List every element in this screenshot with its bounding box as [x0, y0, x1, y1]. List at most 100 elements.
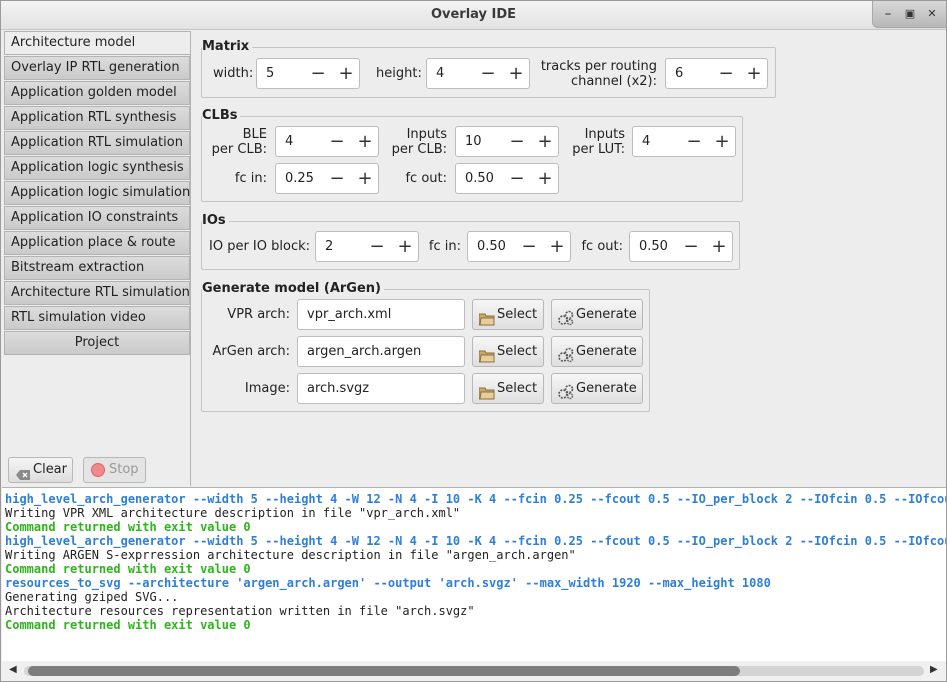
height-label: height: [376, 66, 422, 81]
console-output[interactable]: high_level_arch_generator --width 5 --he… [2, 487, 946, 681]
tab-project[interactable]: Project [4, 331, 190, 355]
clb-fcout-stepper[interactable]: 0.50 − + [455, 163, 559, 194]
inputs-clb-value: 10 [465, 134, 482, 149]
vpr-arch-value: vpr_arch.xml [307, 307, 392, 322]
argen-arch-select-label: Select [497, 344, 538, 359]
tab-bitstream-extraction[interactable]: Bitstream extraction [4, 256, 190, 280]
scroll-left-icon[interactable]: ◀ [9, 664, 17, 675]
inputs-clb-minus-button[interactable]: − [507, 131, 527, 153]
folder-icon [478, 308, 495, 326]
height-stepper[interactable]: 4 − + [426, 58, 530, 89]
argen-arch-value: argen_arch.argen [307, 344, 422, 359]
vpr-arch-generate-label: Generate [576, 307, 637, 322]
tab-application-io-constraints[interactable]: Application IO constraints [4, 206, 190, 230]
width-stepper[interactable]: 5 − + [256, 58, 360, 89]
image-field[interactable]: arch.svgz [297, 373, 465, 404]
stop-button[interactable]: Stop [83, 457, 146, 483]
io-per-block-value: 2 [325, 239, 334, 254]
console-line: Generating gziped SVG... [5, 590, 179, 604]
clb-fcin-stepper[interactable]: 0.25 − + [275, 163, 379, 194]
inputs-lut-value: 4 [642, 134, 651, 149]
console-line: resources_to_svg --architecture 'argen_a… [5, 576, 771, 590]
inputs-clb-label-line1: Inputs [406, 127, 447, 142]
inputs-lut-stepper[interactable]: 4 − + [632, 126, 736, 157]
image-label: Image: [244, 381, 290, 396]
vpr-arch-generate-button[interactable]: Generate [551, 299, 643, 330]
console-line: Command returned with exit value 0 [5, 520, 251, 534]
ble-stepper[interactable]: 4 − + [275, 126, 379, 157]
width-plus-button[interactable]: + [336, 63, 356, 85]
tab-application-logic-simulation[interactable]: Application logic simulation [4, 181, 190, 205]
clb-fcout-plus-button[interactable]: + [535, 168, 555, 190]
console-line: Writing ARGEN S-exprression architecture… [5, 548, 576, 562]
inputs-lut-plus-button[interactable]: + [712, 131, 732, 153]
image-generate-button[interactable]: Generate [551, 373, 643, 404]
minimize-icon[interactable]: ⎯ [881, 7, 895, 21]
io-per-block-stepper[interactable]: 2 − + [315, 231, 419, 262]
scroll-right-icon[interactable]: ▶ [930, 664, 938, 675]
main-window: Overlay IDE ⎯ ▣ ✕ Architecture model Ove… [0, 0, 947, 682]
tab-rtl-simulation-video[interactable]: RTL simulation video [4, 306, 190, 330]
ble-plus-button[interactable]: + [355, 131, 375, 153]
scrollbar-thumb[interactable] [28, 666, 740, 676]
ble-label-line2: per CLB: [211, 142, 267, 157]
vpr-arch-field[interactable]: vpr_arch.xml [297, 299, 465, 330]
tab-application-logic-synthesis[interactable]: Application logic synthesis [4, 156, 190, 180]
io-fcin-value: 0.50 [477, 239, 506, 254]
clear-label: Clear [33, 462, 67, 477]
console-line: Command returned with exit value 0 [5, 618, 251, 632]
inputs-clb-stepper[interactable]: 10 − + [455, 126, 559, 157]
argen-arch-field[interactable]: argen_arch.argen [297, 336, 465, 367]
tracks-minus-button[interactable]: − [716, 63, 736, 85]
tab-architecture-rtl-simulation[interactable]: Architecture RTL simulation [4, 281, 190, 305]
close-icon[interactable]: ✕ [925, 7, 939, 21]
folder-icon [478, 345, 495, 363]
tab-application-rtl-simulation[interactable]: Application RTL simulation [4, 131, 190, 155]
tab-application-golden-model[interactable]: Application golden model [4, 81, 190, 105]
io-fcout-stepper[interactable]: 0.50 − + [629, 231, 733, 262]
tracks-plus-button[interactable]: + [744, 63, 764, 85]
clb-fcin-minus-button[interactable]: − [327, 168, 347, 190]
height-minus-button[interactable]: − [478, 63, 498, 85]
maximize-icon[interactable]: ▣ [903, 7, 917, 21]
sidebar-actions: Clear Stop [4, 457, 191, 483]
ble-minus-button[interactable]: − [327, 131, 347, 153]
inputs-clb-plus-button[interactable]: + [535, 131, 555, 153]
tab-application-place-route[interactable]: Application place & route [4, 231, 190, 255]
window-controls: ⎯ ▣ ✕ [872, 1, 946, 28]
inputs-clb-label-line2: per CLB: [391, 142, 447, 157]
console-line: Command returned with exit value 0 [5, 562, 251, 576]
height-plus-button[interactable]: + [506, 63, 526, 85]
clear-button[interactable]: Clear [8, 457, 73, 483]
io-fcin-minus-button[interactable]: − [519, 236, 539, 258]
inputs-lut-label: Inputs per LUT: [565, 127, 625, 157]
inputs-lut-label-line1: Inputs [584, 127, 625, 142]
generate-title: Generate model (ArGen) [202, 281, 384, 296]
argen-arch-select-button[interactable]: Select [472, 336, 544, 367]
tab-application-rtl-synthesis[interactable]: Application RTL synthesis [4, 106, 190, 130]
clb-fcout-minus-button[interactable]: − [507, 168, 527, 190]
inputs-lut-minus-button[interactable]: − [684, 131, 704, 153]
console-horizontal-scrollbar[interactable]: ◀ ▶ [2, 661, 946, 681]
tracks-stepper[interactable]: 6 − + [665, 58, 768, 89]
title-bar: Overlay IDE ⎯ ▣ ✕ [1, 1, 946, 30]
console-line: high_level_arch_generator --width 5 --he… [5, 492, 946, 506]
argen-arch-label: ArGen arch: [212, 344, 290, 359]
io-fcout-plus-button[interactable]: + [709, 236, 729, 258]
io-fcin-plus-button[interactable]: + [547, 236, 567, 258]
io-per-block-plus-button[interactable]: + [395, 236, 415, 258]
tab-overlay-ip-rtl-generation[interactable]: Overlay IP RTL generation [4, 56, 190, 80]
vpr-arch-select-button[interactable]: Select [472, 299, 544, 330]
argen-arch-generate-button[interactable]: Generate [551, 336, 643, 367]
width-minus-button[interactable]: − [308, 63, 328, 85]
io-per-block-minus-button[interactable]: − [367, 236, 387, 258]
matrix-title: Matrix [202, 39, 253, 54]
tab-architecture-model[interactable]: Architecture model [4, 31, 190, 55]
clear-icon [16, 465, 30, 480]
tracks-label: tracks per routing channel (x2): [536, 59, 657, 89]
image-select-button[interactable]: Select [472, 373, 544, 404]
io-fcin-stepper[interactable]: 0.50 − + [467, 231, 571, 262]
clb-fcin-plus-button[interactable]: + [355, 168, 375, 190]
io-fcout-minus-button[interactable]: − [681, 236, 701, 258]
clb-fcout-value: 0.50 [465, 171, 494, 186]
